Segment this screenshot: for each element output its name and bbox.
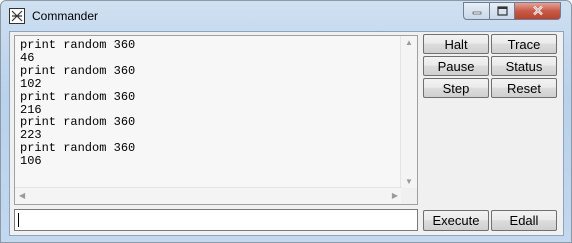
commander-app-icon[interactable] [9,8,25,24]
commander-window: Commander print random 360 46 print rand… [0,0,572,243]
status-button[interactable]: Status [491,56,557,76]
scroll-right-icon[interactable]: ▶ [392,192,398,200]
output-line: print random 360 [20,115,136,130]
execute-button[interactable]: Execute [423,210,489,231]
edall-button[interactable]: Edall [491,210,557,231]
output-line: print random 360 [20,38,136,52]
scroll-down-icon[interactable]: ▼ [405,178,413,186]
minimize-icon [472,4,482,19]
output-line: print random 360 [20,141,136,156]
output-line: print random 360 [20,89,136,104]
output-line: 106 [20,154,42,169]
close-icon [532,4,544,19]
output-area[interactable]: print random 360 46 print random 360 102… [14,35,418,205]
horizontal-scrollbar[interactable]: ◀ ▶ [15,187,402,204]
halt-button[interactable]: Halt [423,34,489,54]
vertical-scrollbar[interactable]: ▲ ▼ [400,36,417,189]
output-line: 223 [20,128,42,143]
scrollbar-corner [401,188,417,204]
scroll-left-icon[interactable]: ◀ [19,192,25,200]
minimize-button[interactable] [463,2,490,20]
output-line: 46 [20,50,35,65]
output-text: print random 360 46 print random 360 102… [20,39,135,168]
title-bar[interactable]: Commander [1,1,571,31]
pause-button[interactable]: Pause [423,56,489,76]
window-title: Commander [32,9,99,23]
reset-button[interactable]: Reset [491,78,557,98]
maximize-button[interactable] [489,2,515,20]
close-button[interactable] [514,2,561,20]
maximize-icon [496,4,508,19]
commander-client-area: print random 360 46 print random 360 102… [9,31,564,236]
scroll-up-icon[interactable]: ▲ [405,39,413,47]
output-line: print random 360 [20,63,136,78]
step-button[interactable]: Step [423,78,489,98]
output-line: 102 [20,76,42,91]
trace-button[interactable]: Trace [491,34,557,54]
text-caret [18,213,19,227]
output-line: 216 [20,102,42,117]
command-input[interactable] [14,209,418,231]
